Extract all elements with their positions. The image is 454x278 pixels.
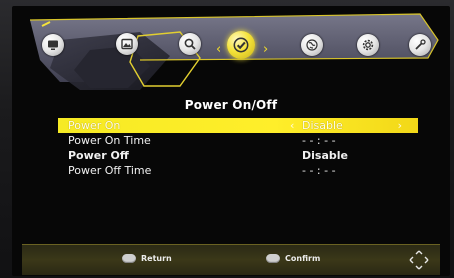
tools-icon[interactable] — [409, 34, 431, 56]
picture-menu-icon[interactable] — [42, 34, 64, 56]
setting-value: Disable — [302, 119, 343, 132]
tv-screen: ‹ › Power On/Off Power On ‹ Disable › Po… — [12, 6, 450, 276]
setting-label: Power Off Time — [68, 164, 152, 177]
confirm-key-icon — [266, 254, 280, 263]
chevron-left-icon[interactable]: ‹ — [290, 118, 294, 133]
setting-row-power-off-time[interactable]: Power Off Time - - : - - — [58, 163, 418, 178]
globe-icon[interactable] — [301, 34, 323, 56]
return-label: Return — [141, 254, 172, 263]
page-title: Power On/Off — [184, 98, 278, 112]
setting-label: Power On Time — [68, 134, 151, 147]
setting-row-power-on[interactable]: Power On ‹ Disable › — [58, 118, 418, 133]
confirm-hint[interactable]: Confirm — [266, 254, 320, 263]
gear-icon[interactable] — [357, 34, 379, 56]
setting-value: - - : - - — [302, 134, 336, 147]
setting-row-power-on-time[interactable]: Power On Time - - : - - — [58, 133, 418, 148]
setting-label: Power On — [68, 119, 121, 132]
search-icon[interactable] — [179, 33, 201, 55]
chevron-right-icon[interactable]: › — [398, 118, 402, 133]
setting-label: Power Off — [68, 149, 129, 162]
chevron-right-icon[interactable]: › — [263, 43, 268, 56]
chevron-left-icon[interactable]: ‹ — [216, 43, 221, 56]
menu-icon-strip: ‹ › — [20, 10, 442, 94]
clock-icon[interactable] — [227, 31, 255, 59]
image-icon[interactable] — [116, 33, 138, 55]
return-key-icon — [122, 254, 136, 263]
setting-value: Disable — [302, 149, 348, 162]
footer-hint-bar: Return Confirm — [22, 244, 440, 275]
setting-value: - - : - - — [302, 164, 336, 177]
settings-list: Power On ‹ Disable › Power On Time - - :… — [58, 118, 418, 178]
navigation-arrows-icon — [409, 250, 429, 270]
confirm-label: Confirm — [285, 254, 321, 263]
return-hint[interactable]: Return — [122, 254, 172, 263]
setting-row-power-off[interactable]: Power Off Disable — [58, 148, 418, 163]
